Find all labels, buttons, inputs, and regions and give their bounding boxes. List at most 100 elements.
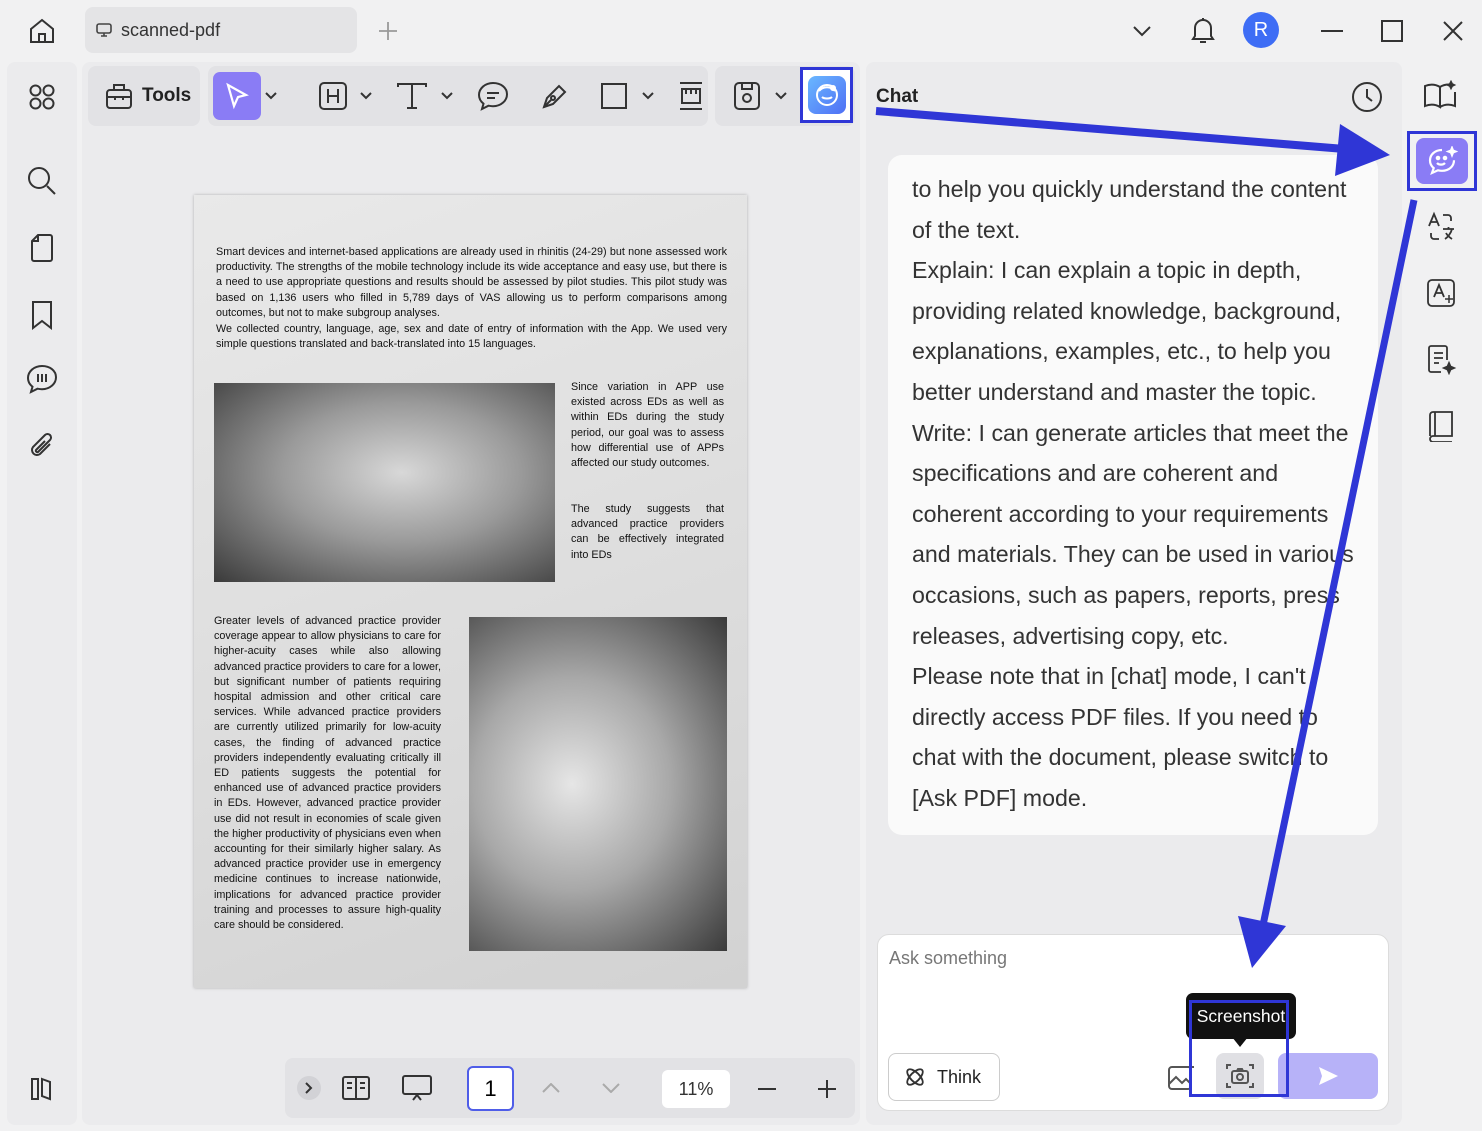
message-paragraph: Write: I can generate articles that meet… (912, 419, 1354, 649)
note-tool-button[interactable] (475, 78, 511, 114)
maximize-icon (1381, 20, 1403, 42)
chevron-down-icon (1133, 26, 1151, 37)
measure-tool-button[interactable] (673, 78, 709, 114)
select-tool-button[interactable] (213, 72, 261, 120)
bell-icon (1191, 18, 1215, 43)
attachment-icon (31, 432, 53, 456)
rectangle-icon (601, 83, 627, 109)
zoom-in-button[interactable] (812, 1074, 842, 1104)
chat-input-placeholder[interactable]: Ask something (889, 948, 1007, 969)
pages-button[interactable] (24, 230, 60, 266)
rectangle-tool-dropdown[interactable] (640, 86, 656, 106)
translate-icon (1428, 211, 1454, 240)
pen-tool-button[interactable] (537, 78, 573, 114)
photo-woman-writing (469, 617, 727, 951)
plus-icon (818, 1080, 836, 1098)
paragraph: The study suggests that advanced practic… (571, 503, 724, 561)
next-page-button[interactable] (597, 1074, 625, 1102)
sidebar-toggle-button[interactable] (24, 1071, 60, 1107)
maximize-button[interactable] (1376, 15, 1408, 47)
thumbnails-button[interactable] (24, 79, 60, 115)
cursor-icon (226, 82, 249, 110)
history-button[interactable] (1348, 78, 1386, 116)
read-mode-button[interactable] (1420, 76, 1460, 114)
save-button[interactable] (729, 78, 765, 114)
chevron-down-icon (360, 92, 372, 100)
presentation-button[interactable] (398, 1070, 436, 1106)
attachments-button[interactable] (24, 428, 60, 464)
chevron-up-icon (542, 1083, 560, 1093)
think-label: Think (937, 1066, 982, 1087)
plus-icon (379, 22, 397, 40)
chat-message: to help you quickly understand the conte… (888, 155, 1378, 835)
comments-button[interactable] (22, 361, 62, 397)
book-icon (1429, 411, 1453, 442)
photo-woman-laptop (214, 383, 555, 582)
summarize-icon (1428, 345, 1457, 375)
ai-assistant-button[interactable] (800, 67, 853, 123)
pen-icon (542, 84, 567, 109)
close-button[interactable] (1437, 15, 1469, 47)
minimize-icon (1321, 30, 1343, 32)
minimize-button[interactable] (1316, 15, 1348, 47)
chevron-down-icon (441, 92, 453, 100)
notifications-button[interactable] (1186, 12, 1220, 48)
page-icon (31, 234, 53, 262)
zoom-level[interactable]: 11% (662, 1070, 730, 1108)
two-page-icon (342, 1076, 370, 1100)
save-dropdown[interactable] (773, 86, 789, 106)
summarize-button[interactable] (1422, 340, 1460, 378)
close-icon (1443, 21, 1463, 41)
tools-label: Tools (142, 85, 192, 106)
chevron-down-icon (642, 92, 654, 100)
knowledge-base-button[interactable] (1422, 407, 1460, 445)
ai-assistant-icon (807, 76, 846, 114)
select-tool-dropdown[interactable] (263, 86, 279, 106)
chevron-down-icon (265, 92, 277, 100)
chevron-down-icon (602, 1083, 620, 1093)
tabs-dropdown-button[interactable] (1127, 16, 1157, 46)
ocr-button[interactable] (1422, 274, 1460, 312)
minus-icon (758, 1088, 776, 1090)
send-button[interactable] (1278, 1053, 1378, 1099)
sidebar-toggle-icon (31, 1077, 51, 1101)
home-button[interactable] (22, 12, 62, 50)
bookmarks-button[interactable] (24, 297, 60, 333)
expand-bar-button[interactable] (297, 1076, 321, 1100)
chevron-right-icon (305, 1082, 313, 1094)
message-paragraph: Please note that in [chat] mode, I can't… (912, 663, 1329, 811)
pdf-page: Smart devices and internet-based applica… (194, 195, 747, 988)
page-number-input[interactable] (467, 1066, 514, 1111)
note-icon (477, 81, 509, 111)
new-tab-button[interactable] (372, 16, 404, 46)
paragraph: Smart devices and internet-based applica… (216, 246, 727, 319)
paragraph: Greater levels of advanced practice prov… (214, 615, 441, 932)
search-icon (28, 167, 56, 195)
heading-tool-dropdown[interactable] (358, 86, 374, 106)
home-icon (30, 18, 54, 43)
translate-button[interactable] (1422, 208, 1460, 246)
text-tool-dropdown[interactable] (439, 86, 455, 106)
avatar[interactable]: R (1243, 12, 1279, 48)
rectangle-tool-button[interactable] (596, 78, 632, 114)
comment-icon (26, 364, 58, 394)
toolbox-icon (106, 84, 132, 109)
chat-title: Chat (876, 86, 919, 107)
text-tool-button[interactable] (394, 78, 430, 114)
save-icon (734, 82, 760, 110)
ai-chat-mode-button[interactable] (1407, 131, 1477, 191)
think-toggle-button[interactable]: Think (888, 1053, 1000, 1101)
document-tab[interactable]: scanned-pdf (85, 7, 357, 53)
left-sidebar (7, 62, 77, 1125)
page-layout-button[interactable] (338, 1070, 374, 1106)
message-paragraph: Explain: I can explain a topic in depth,… (912, 257, 1342, 405)
heading-tool-button[interactable] (315, 78, 351, 114)
send-icon (1319, 1067, 1338, 1085)
search-button[interactable] (24, 163, 60, 199)
previous-page-button[interactable] (537, 1074, 565, 1102)
chevron-down-icon (775, 92, 787, 100)
message-paragraph: to help you quickly understand the conte… (912, 176, 1347, 243)
bookmark-icon (32, 301, 52, 330)
tools-button[interactable]: Tools (98, 72, 193, 120)
zoom-out-button[interactable] (752, 1074, 782, 1104)
